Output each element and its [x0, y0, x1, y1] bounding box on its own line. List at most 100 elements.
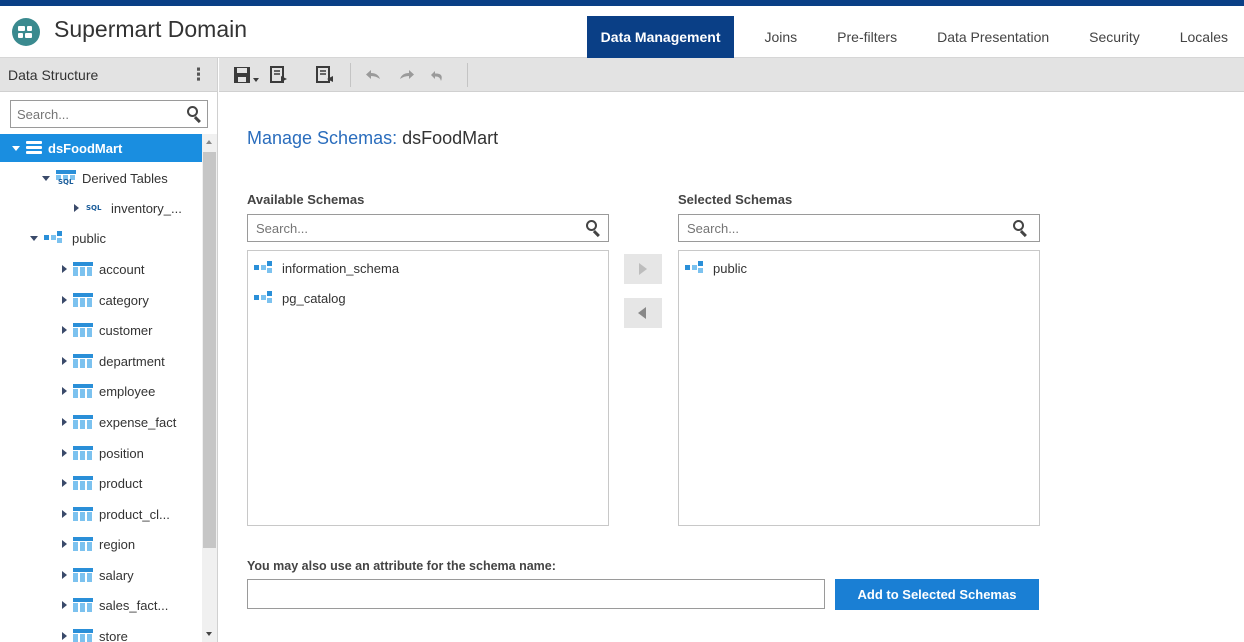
tree-node-customer[interactable]: customer	[0, 316, 202, 344]
expand-caret-icon[interactable]	[30, 235, 38, 241]
tree-node-label: store	[99, 628, 128, 642]
tree-node-position[interactable]: position	[0, 439, 202, 467]
collapse-caret-icon[interactable]	[62, 540, 67, 548]
tree-node-label: Derived Tables	[82, 170, 168, 186]
toolbar-separator	[350, 63, 351, 87]
datasource-icon	[26, 141, 42, 155]
collapse-caret-icon[interactable]	[62, 571, 67, 579]
collapse-caret-icon[interactable]	[62, 326, 67, 334]
scrollbar-thumb[interactable]	[203, 152, 216, 548]
available-search-input[interactable]	[248, 215, 548, 241]
tab-locales[interactable]: Locales	[1160, 16, 1244, 58]
tree-node-label: salary	[99, 567, 134, 583]
schema-icon	[44, 231, 66, 245]
collapse-caret-icon[interactable]	[62, 601, 67, 609]
collapse-caret-icon[interactable]	[62, 449, 67, 457]
collapse-caret-icon[interactable]	[74, 204, 79, 212]
tab-pre-filters[interactable]: Pre-filters	[817, 16, 917, 58]
expand-caret-icon[interactable]	[42, 175, 50, 181]
arrow-right-icon	[639, 263, 647, 275]
move-left-button[interactable]	[624, 298, 662, 328]
tree-node-label: product	[99, 475, 143, 491]
kebab-menu-icon[interactable]: ⋮	[190, 65, 207, 85]
search-icon[interactable]	[185, 105, 203, 123]
search-icon[interactable]	[584, 219, 602, 237]
attribute-input[interactable]	[248, 580, 824, 608]
sql-table-icon: SQL	[86, 204, 102, 212]
attribute-input-box	[247, 579, 825, 609]
tree-scrollbar[interactable]	[202, 134, 217, 642]
selected-search-box	[678, 214, 1040, 242]
move-right-button[interactable]	[624, 254, 662, 284]
table-icon	[73, 476, 93, 490]
expand-caret-icon[interactable]	[12, 145, 20, 151]
data-structure-title: Data Structure	[8, 66, 99, 83]
tree-node-region[interactable]: region	[0, 530, 202, 558]
tree-node-derived-tables[interactable]: SQL Derived Tables	[0, 164, 202, 192]
selected-schemas-label: Selected Schemas	[678, 192, 793, 207]
selected-schemas-list: public	[678, 250, 1040, 526]
tree-node-employee[interactable]: employee	[0, 377, 202, 405]
tree-search-input[interactable]	[11, 101, 171, 127]
undo-icon[interactable]	[365, 65, 383, 85]
tab-security[interactable]: Security	[1069, 16, 1160, 58]
tree-node-product-class[interactable]: product_cl...	[0, 500, 202, 528]
selected-search-input[interactable]	[679, 215, 979, 241]
tree-node-category[interactable]: category	[0, 286, 202, 314]
tree-node-label: region	[99, 536, 136, 552]
tree-node-product[interactable]: product	[0, 469, 202, 497]
list-item-public[interactable]: public	[685, 257, 747, 279]
redo-icon[interactable]	[397, 65, 415, 85]
tree-node-label: public	[72, 230, 106, 246]
collapse-caret-icon[interactable]	[62, 510, 67, 518]
collapse-caret-icon[interactable]	[62, 265, 67, 273]
collapse-caret-icon[interactable]	[62, 296, 67, 304]
tree-node-label: expense_fact	[99, 414, 177, 430]
schema-icon	[254, 291, 276, 305]
tree-node-store[interactable]: store	[0, 622, 202, 642]
available-schemas-label: Available Schemas	[247, 192, 365, 207]
table-icon	[73, 507, 93, 521]
tab-joins[interactable]: Joins	[744, 16, 817, 58]
save-icon[interactable]	[233, 65, 263, 85]
table-icon	[73, 537, 93, 551]
tree-node-inventory[interactable]: SQL inventory_...	[0, 194, 202, 222]
search-icon[interactable]	[1011, 219, 1029, 237]
table-icon	[73, 354, 93, 368]
scroll-down-icon[interactable]	[206, 632, 212, 636]
tree-node-dsfoodmart[interactable]: dsFoodMart	[0, 134, 202, 162]
import-icon[interactable]	[315, 65, 335, 85]
tree-node-department[interactable]: department	[0, 347, 202, 375]
tab-data-presentation[interactable]: Data Presentation	[917, 16, 1069, 58]
tree-search-box	[10, 100, 208, 128]
tree-node-salary[interactable]: salary	[0, 561, 202, 589]
table-icon	[73, 262, 93, 276]
add-to-selected-schemas-button[interactable]: Add to Selected Schemas	[835, 579, 1039, 610]
tree-node-sales-fact[interactable]: sales_fact...	[0, 591, 202, 619]
page-title-value: dsFoodMart	[402, 128, 499, 148]
tree-node-public[interactable]: public	[0, 224, 202, 252]
export-icon[interactable]	[269, 65, 289, 85]
tab-data-management[interactable]: Data Management	[586, 16, 735, 58]
tree-node-label: position	[99, 445, 144, 461]
list-item-pg-catalog[interactable]: pg_catalog	[254, 287, 346, 309]
arrow-left-icon	[638, 307, 646, 319]
list-item-information-schema[interactable]: information_schema	[254, 257, 399, 279]
tree-node-label: account	[99, 261, 145, 277]
toolbar-separator	[467, 63, 468, 87]
collapse-caret-icon[interactable]	[62, 418, 67, 426]
main-tabs: Data Management Joins Pre-filters Data P…	[586, 16, 1244, 58]
tree-node-account[interactable]: account	[0, 255, 202, 283]
undo-all-icon[interactable]	[429, 65, 447, 85]
tree-node-expense-fact[interactable]: expense_fact	[0, 408, 202, 436]
list-item-label: public	[713, 260, 747, 276]
table-icon	[73, 293, 93, 307]
collapse-caret-icon[interactable]	[62, 479, 67, 487]
available-schemas-list: information_schema pg_catalog	[247, 250, 609, 526]
collapse-caret-icon[interactable]	[62, 357, 67, 365]
collapse-caret-icon[interactable]	[62, 632, 67, 640]
collapse-caret-icon[interactable]	[62, 387, 67, 395]
scroll-up-icon[interactable]	[206, 140, 212, 144]
tree-node-label: dsFoodMart	[48, 140, 123, 156]
tree-node-label: customer	[99, 322, 153, 338]
